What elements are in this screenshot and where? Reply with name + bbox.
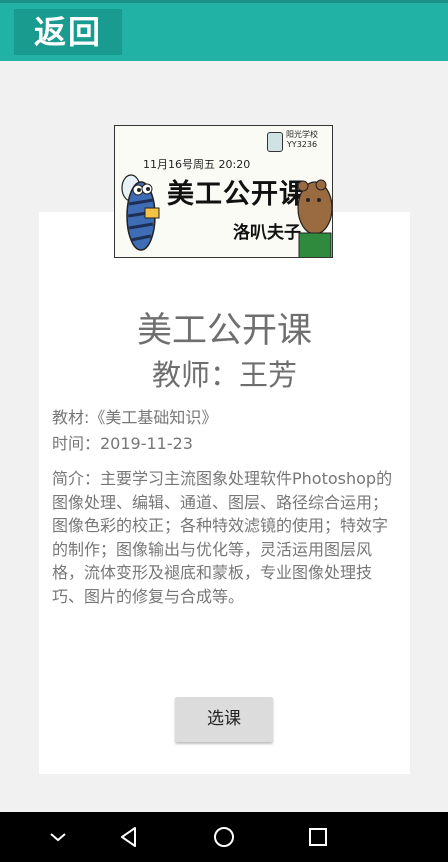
cover-badge: 阳光学校 YY3236 <box>286 130 318 149</box>
back-button[interactable]: 返回 <box>14 9 122 55</box>
course-teacher: 教师：王芳 <box>151 358 297 392</box>
bear-illustration-icon <box>297 179 332 257</box>
system-nav-bar <box>0 812 448 862</box>
back-triangle-icon[interactable] <box>116 824 142 850</box>
select-course-button[interactable]: 选课 <box>175 697 273 742</box>
recents-square-icon[interactable] <box>305 824 331 850</box>
course-intro: 简介：主要学习主流图象处理软件Photoshop的图像处理、编辑、通道、图层、路… <box>52 469 393 606</box>
cup-icon <box>267 132 283 152</box>
cover-author: 洛叭夫子 <box>233 223 301 243</box>
app-header: 返回 <box>0 3 448 61</box>
home-circle-icon[interactable] <box>211 824 237 850</box>
cover-title: 美工公开课 <box>167 179 307 210</box>
chevron-down-icon[interactable] <box>45 824 71 850</box>
course-time: 时间：2019-11-23 <box>52 434 193 453</box>
bee-illustration-icon <box>121 174 160 251</box>
course-title: 美工公开课 <box>136 311 312 351</box>
course-textbook: 教材:《美工基础知识》 <box>52 408 218 427</box>
course-cover-image: 阳光学校 YY3236 11月16号周五 20:20 美工公开课 洛叭夫子 <box>114 125 333 258</box>
